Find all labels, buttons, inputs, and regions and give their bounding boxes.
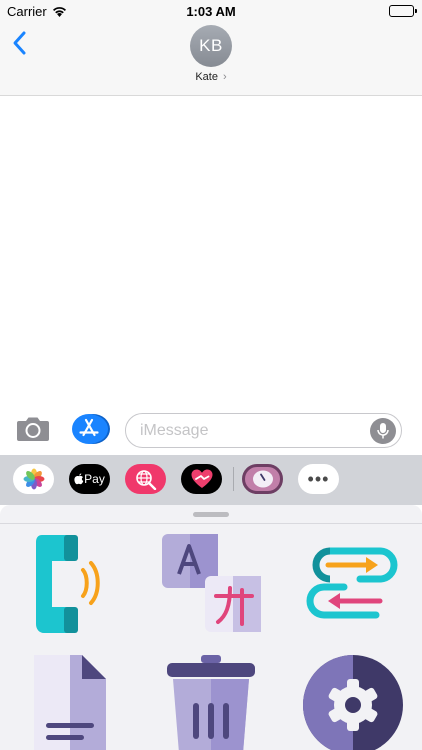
camera-button[interactable] <box>16 415 50 443</box>
drawer-divider <box>0 523 422 524</box>
status-bar: Carrier 1:03 AM <box>0 0 422 22</box>
globe-search-app-button[interactable] <box>125 464 166 494</box>
back-button[interactable] <box>10 30 30 56</box>
apple-logo-icon <box>74 473 84 485</box>
phone-call-sticker[interactable] <box>30 527 108 644</box>
contact-avatar[interactable]: KB <box>190 25 232 67</box>
dictation-button[interactable] <box>370 418 396 444</box>
apple-pay-button[interactable]: Pay <box>69 464 110 494</box>
message-field[interactable] <box>125 413 402 448</box>
sticker-drawer <box>0 505 422 750</box>
app-store-button[interactable] <box>72 414 106 444</box>
clock-app-icon <box>252 470 273 488</box>
microphone-icon <box>377 423 389 439</box>
drawer-grabber-handle[interactable] <box>193 512 229 517</box>
apple-pay-label: Pay <box>84 472 105 486</box>
heart-app-icon <box>191 469 212 488</box>
settings-gear-sticker[interactable] <box>300 653 406 750</box>
contact-name-label: Kate <box>195 71 218 83</box>
heart-app-button[interactable] <box>181 464 222 494</box>
status-time: 1:03 AM <box>186 4 236 19</box>
app-strip: Pay ••• <box>0 455 422 505</box>
battery-icon <box>389 5 417 17</box>
chevron-left-icon <box>13 31 26 55</box>
camera-icon <box>17 417 49 441</box>
photos-app-icon <box>23 468 44 490</box>
message-input[interactable] <box>140 420 360 442</box>
globe-search-app-icon <box>135 470 156 490</box>
trash-can-sticker[interactable] <box>163 653 259 750</box>
more-dots-icon: ••• <box>307 469 330 489</box>
more-apps-button[interactable]: ••• <box>298 464 339 494</box>
app-strip-divider <box>233 467 234 491</box>
app-store-icon <box>79 418 99 437</box>
contact-name-button[interactable]: Kate › <box>0 71 422 83</box>
chevron-right-icon: › <box>223 71 227 83</box>
translate-sticker[interactable] <box>160 532 266 641</box>
document-sticker[interactable] <box>32 653 108 750</box>
photos-app-button[interactable] <box>13 464 54 494</box>
swap-arrows-sticker[interactable] <box>300 543 406 628</box>
clock-app-button[interactable] <box>242 464 283 494</box>
conversation-header: Carrier 1:03 AM KB Kate › <box>0 0 422 96</box>
